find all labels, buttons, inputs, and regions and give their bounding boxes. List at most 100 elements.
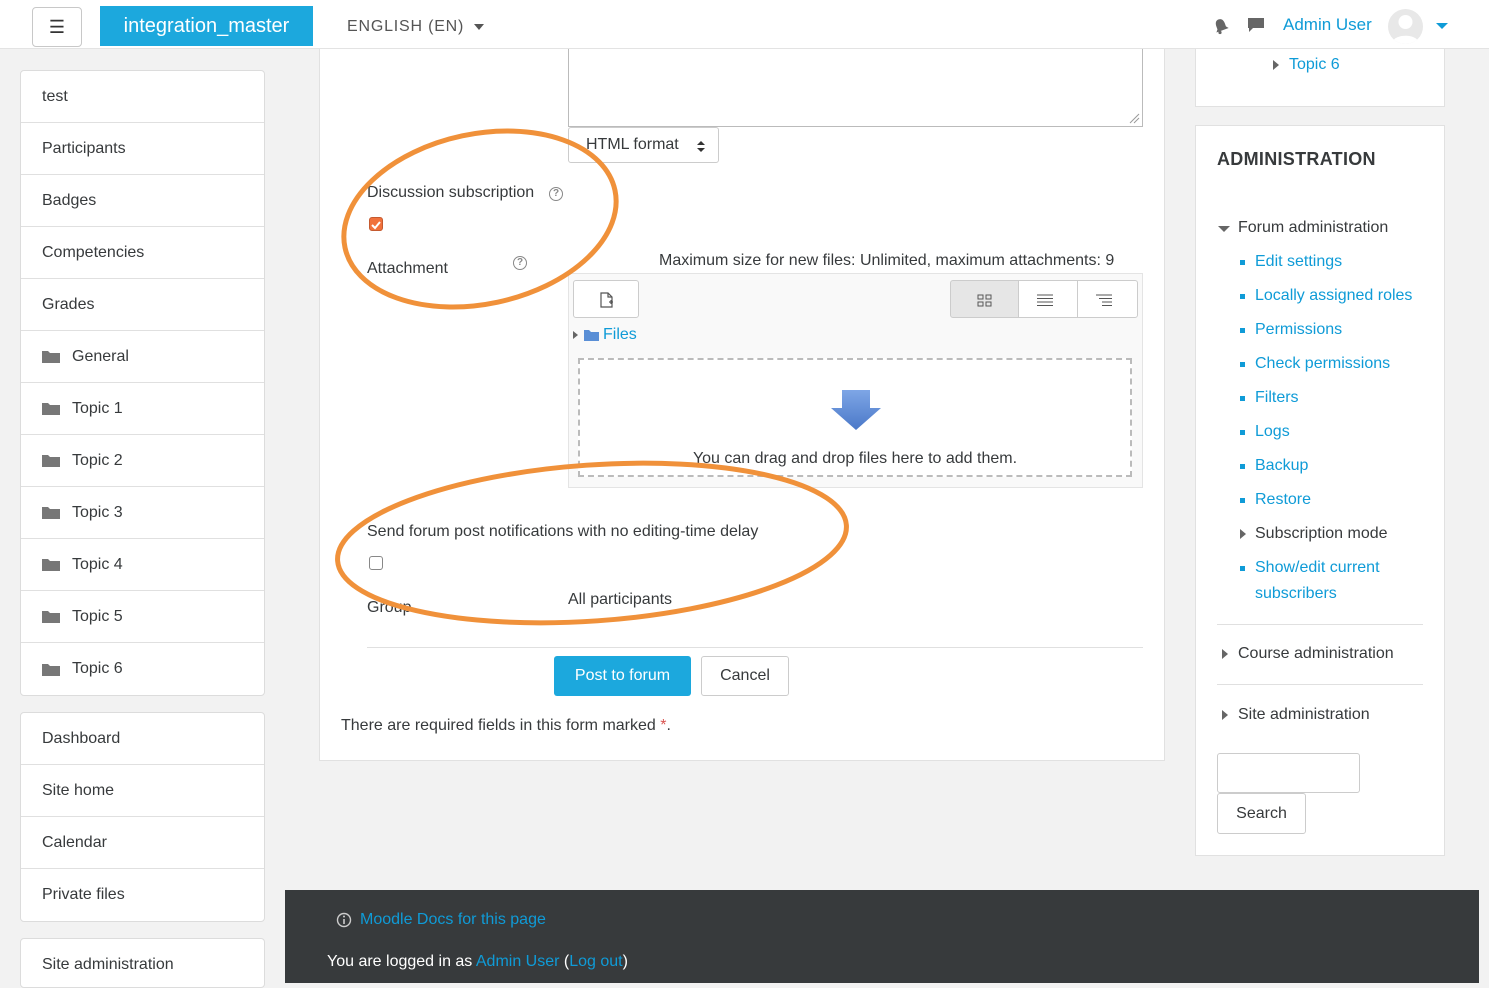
format-select[interactable]: HTML format <box>568 127 719 163</box>
nav-item-general[interactable]: General <box>21 331 264 383</box>
bullet-icon <box>1240 362 1245 367</box>
bell-icon[interactable] <box>1213 17 1229 35</box>
info-icon <box>336 912 352 928</box>
no-delay-checkbox[interactable] <box>369 556 383 570</box>
attachment-label: Attachment <box>367 260 448 277</box>
menu-icon: ☰ <box>48 16 66 37</box>
post-to-forum-button[interactable]: Post to forum <box>554 656 691 696</box>
folder-icon <box>42 507 60 519</box>
brand-label: integration_master <box>123 14 290 37</box>
chat-icon[interactable] <box>1247 17 1265 33</box>
files-folder-node[interactable]: Files <box>573 326 637 344</box>
folder-icon <box>42 351 60 363</box>
course-administration-node[interactable]: Course administration <box>1238 645 1394 663</box>
group-label: Group <box>367 599 412 616</box>
help-icon[interactable]: ? <box>549 187 563 201</box>
course-nav-block: test Participants Badges Competencies Gr… <box>20 70 265 696</box>
admin-nav-block: Site administration <box>20 938 265 988</box>
cancel-button[interactable]: Cancel <box>701 656 789 696</box>
avatar-icon <box>1392 15 1419 44</box>
collapse-triangle-icon <box>1218 226 1230 232</box>
view-list-button[interactable] <box>1018 280 1078 318</box>
dropzone-text: You can drag and drop files here to add … <box>692 450 1018 467</box>
no-delay-label: Send forum post notifications with no ed… <box>367 523 759 540</box>
admin-search-input[interactable] <box>1217 753 1360 793</box>
nav-item-site-home[interactable]: Site home <box>21 765 264 817</box>
nav-item-topic-5[interactable]: Topic 5 <box>21 591 264 643</box>
form-divider <box>367 647 1143 648</box>
restore-link[interactable]: Restore <box>1255 491 1311 509</box>
subscription-mode-node[interactable]: Subscription mode <box>1255 525 1388 543</box>
admin-divider <box>1217 624 1423 625</box>
nav-item-calendar[interactable]: Calendar <box>21 817 264 869</box>
checkmark-icon <box>371 221 381 230</box>
bullet-icon <box>1240 498 1245 503</box>
permissions-link[interactable]: Permissions <box>1255 321 1342 339</box>
avatar[interactable] <box>1388 9 1423 44</box>
admin-search-button[interactable]: Search <box>1217 793 1306 834</box>
message-textarea[interactable] <box>568 49 1143 127</box>
bullet-icon <box>1240 430 1245 435</box>
backup-link[interactable]: Backup <box>1255 457 1308 475</box>
nav-item-participants[interactable]: Participants <box>21 123 264 175</box>
locally-assigned-roles-link[interactable]: Locally assigned roles <box>1255 287 1412 305</box>
nav-item-site-administration[interactable]: Site administration <box>21 939 264 987</box>
show-edit-subscribers-link[interactable]: Show/edit current <box>1255 559 1380 577</box>
expand-triangle-icon <box>1240 529 1246 539</box>
grid-icon <box>977 294 992 307</box>
file-drop-zone[interactable]: You can drag and drop files here to add … <box>578 358 1132 477</box>
add-file-button[interactable] <box>573 280 639 318</box>
bullet-icon <box>1240 328 1245 333</box>
nav-item-topic-6[interactable]: Topic 6 <box>21 643 264 695</box>
administration-title: ADMINISTRATION <box>1217 149 1376 169</box>
nav-item-topic-1[interactable]: Topic 1 <box>21 383 264 435</box>
expand-triangle-icon <box>1273 60 1279 70</box>
filters-link[interactable]: Filters <box>1255 389 1299 407</box>
nav-item-test[interactable]: test <box>21 71 264 123</box>
language-menu[interactable]: ENGLISH (EN) <box>347 18 485 36</box>
view-tree-button[interactable] <box>1077 280 1138 318</box>
required-fields-note: There are required fields in this form m… <box>341 717 671 734</box>
view-icons-button[interactable] <box>950 280 1019 318</box>
list-icon <box>1037 294 1053 306</box>
nav-item-topic-3[interactable]: Topic 3 <box>21 487 264 539</box>
top-navbar: ☰ integration_master ENGLISH (EN) Admin … <box>0 0 1489 49</box>
nav-item-competencies[interactable]: Competencies <box>21 227 264 279</box>
download-arrow-icon <box>831 390 881 430</box>
moodle-docs-link-row[interactable]: Moodle Docs for this page <box>336 911 546 929</box>
user-menu-name[interactable]: Admin User <box>1283 15 1372 35</box>
edit-settings-link[interactable]: Edit settings <box>1255 253 1342 271</box>
hamburger-menu-button[interactable]: ☰ <box>32 7 82 47</box>
user-menu-chevron-icon[interactable] <box>1436 23 1448 29</box>
expand-triangle-icon <box>1222 649 1228 659</box>
nav-item-badges[interactable]: Badges <box>21 175 264 227</box>
moodle-docs-link[interactable]: Moodle Docs for this page <box>360 911 546 929</box>
resize-handle-icon[interactable] <box>1128 112 1140 124</box>
nav-item-topic-2[interactable]: Topic 2 <box>21 435 264 487</box>
logs-link[interactable]: Logs <box>1255 423 1290 441</box>
footer-user-link[interactable]: Admin User <box>476 953 560 970</box>
site-nav-block: Dashboard Site home Calendar Private fil… <box>20 712 265 922</box>
nav-item-topic-4[interactable]: Topic 4 <box>21 539 264 591</box>
add-file-icon <box>600 292 613 308</box>
folder-icon <box>584 330 599 341</box>
help-icon[interactable]: ? <box>513 256 527 270</box>
select-arrows-icon <box>697 141 705 152</box>
bullet-icon <box>1240 260 1245 265</box>
logout-link[interactable]: Log out <box>569 953 622 970</box>
folder-icon <box>42 559 60 571</box>
bullet-icon <box>1240 464 1245 469</box>
forum-administration-node[interactable]: Forum administration <box>1238 219 1388 237</box>
nav-item-private-files[interactable]: Private files <box>21 869 264 921</box>
nav-item-dashboard[interactable]: Dashboard <box>21 713 264 765</box>
logged-in-info: You are logged in as Admin User (Log out… <box>327 953 628 970</box>
bullet-icon <box>1240 566 1245 571</box>
site-administration-node[interactable]: Site administration <box>1238 706 1370 724</box>
discussion-subscription-checkbox[interactable] <box>369 217 383 231</box>
site-brand-link[interactable]: integration_master <box>100 6 313 46</box>
language-label: ENGLISH (EN) <box>347 18 465 35</box>
check-permissions-link[interactable]: Check permissions <box>1255 355 1390 373</box>
nav-topic-6-link[interactable]: Topic 6 <box>1289 56 1340 74</box>
show-edit-subscribers-link-line2[interactable]: subscribers <box>1255 585 1337 603</box>
nav-item-grades[interactable]: Grades <box>21 279 264 331</box>
